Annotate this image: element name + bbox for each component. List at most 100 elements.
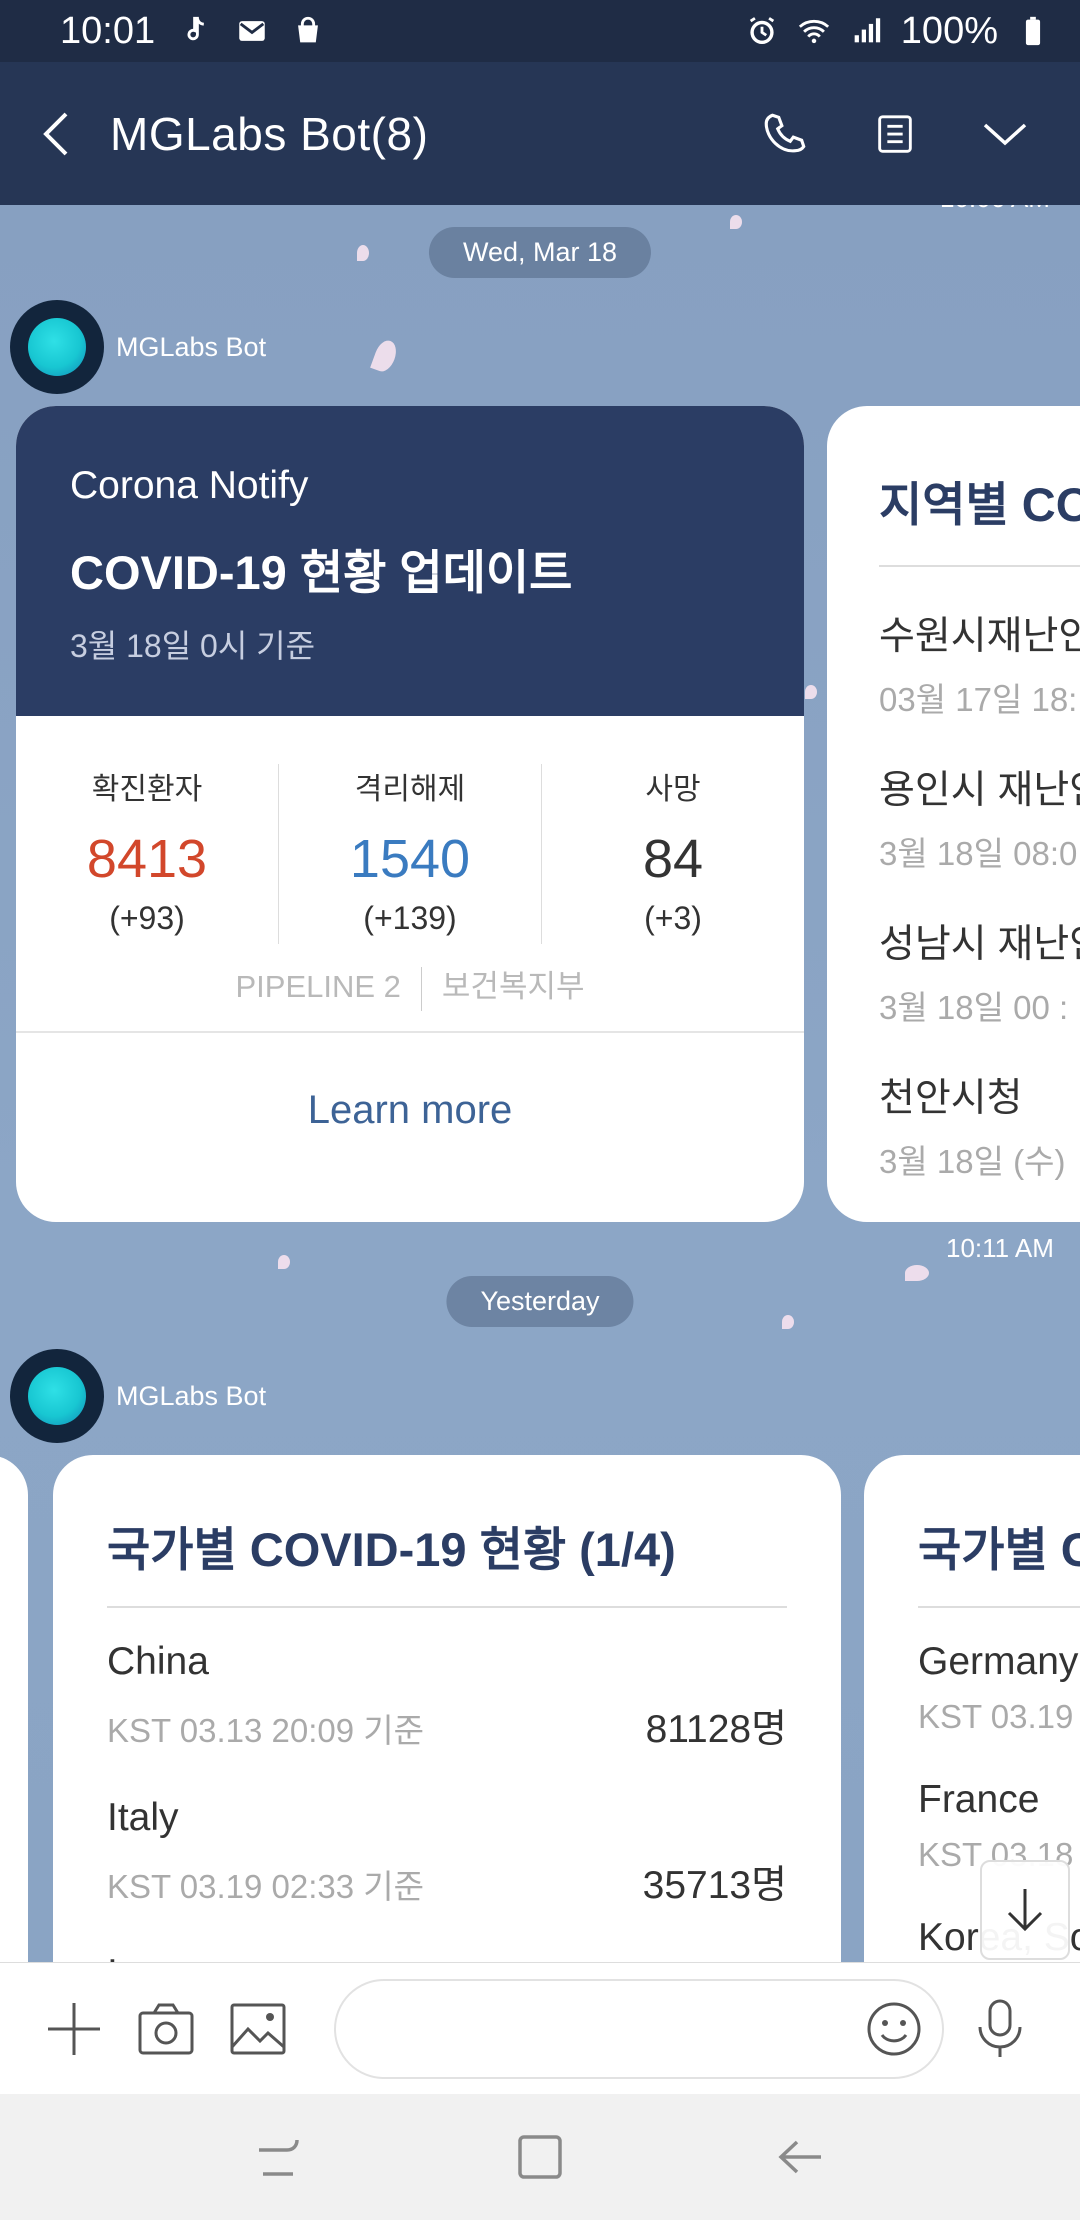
plus-icon <box>48 2002 100 2055</box>
divider <box>918 1606 1080 1608</box>
message-timestamp: 10:11 AM <box>946 1233 1054 1263</box>
region-name: 수원시재난안전 <box>879 615 1080 658</box>
recent-apps-button[interactable] <box>225 2102 335 2212</box>
notes-button[interactable] <box>840 79 950 189</box>
sender-name: MGLabs Bot <box>116 1380 267 1411</box>
stat-delta: (+139) <box>363 900 457 936</box>
camera-icon <box>138 2003 194 2054</box>
notes-icon <box>878 114 912 153</box>
stat-label: 확진환자 <box>91 773 203 806</box>
microphone-icon <box>978 1999 1022 2057</box>
add-button[interactable] <box>28 1979 120 2079</box>
stat-deaths: 사망 84 (+3) <box>542 764 804 944</box>
home-icon <box>518 2135 562 2179</box>
wifi-icon <box>798 19 829 44</box>
message-input-box[interactable] <box>334 1978 944 2079</box>
card-subtitle: 3월 18일 0시 기준 <box>70 628 316 664</box>
chat-area[interactable]: 10:06 AM Wed, Mar 18 MGLabs Bot Corona N… <box>0 205 1080 1962</box>
status-time: 10:01 <box>60 9 156 52</box>
region-item[interactable]: 성남시 재난안전 3월 18일 00 : <box>827 895 1080 1029</box>
source-ministry: 보건복지부 <box>441 969 585 1004</box>
petal-decoration <box>278 1255 290 1269</box>
tiktok-icon <box>187 16 205 41</box>
chat-title: MGLabs Bot(8) <box>110 107 429 160</box>
back-arrow-icon <box>43 112 68 155</box>
country-card-title: 국가별 COVID-19 현황 (1/4) <box>107 1523 676 1576</box>
back-nav-button[interactable] <box>745 2102 855 2212</box>
petal-decoration <box>805 685 817 699</box>
country-timestamp: KST 03.13 20:09 기준 <box>107 1712 424 1749</box>
country-name: Iran <box>107 1952 787 1962</box>
mail-icon <box>239 21 265 41</box>
arrow-down-icon <box>1007 1889 1043 1932</box>
region-date: 3월 18일 (수) <box>879 1143 1066 1180</box>
avatar-circle <box>28 1367 86 1425</box>
menu-dropdown-button[interactable] <box>950 79 1060 189</box>
voice-button[interactable] <box>954 1979 1046 2079</box>
home-button[interactable] <box>485 2102 595 2212</box>
petal-decoration <box>357 245 369 261</box>
country-timestamp: KST 03.19 <box>918 1698 1074 1735</box>
country-count: 35713명 <box>642 1864 787 1907</box>
alarm-icon <box>749 17 774 45</box>
region-date: 3월 18일 08:0 <box>879 835 1078 872</box>
camera-button[interactable] <box>120 1979 212 2079</box>
avatar-circle <box>28 318 86 376</box>
petal-decoration <box>730 215 742 229</box>
chat-header: MGLabs Bot(8) <box>0 62 1080 205</box>
country-item[interactable]: Italy KST 03.19 02:33 기준 35713명 <box>53 1796 841 1910</box>
country-card-title: 국가별 COVID-19 현황 (2/4) <box>918 1523 1080 1576</box>
shopping-bag-icon <box>298 16 319 43</box>
learn-more-button[interactable]: Learn more <box>16 1031 804 1188</box>
country-item[interactable]: Iran <box>53 1952 841 1962</box>
bot-avatar[interactable] <box>10 300 104 394</box>
stat-released: 격리해제 1540 (+139) <box>279 764 542 944</box>
date-divider: Wed, Mar 18 <box>428 227 652 278</box>
source-pipeline: PIPELINE 2 <box>235 969 401 1004</box>
back-button[interactable] <box>0 62 110 205</box>
battery-percent: 100% <box>900 9 998 52</box>
country-name: Germany <box>918 1640 1079 1683</box>
petal-decoration <box>370 337 400 375</box>
message-input[interactable] <box>366 1988 866 2069</box>
card-brand: Corona Notify <box>70 464 309 507</box>
region-item[interactable]: 용인시 재난안전 3월 18일 08:0 <box>827 741 1080 875</box>
region-item[interactable]: 수원시재난안전 03월 17일 18: <box>827 587 1080 721</box>
country-item[interactable]: China KST 03.13 20:09 기준 81128명 <box>53 1640 841 1754</box>
region-item[interactable]: 천안시청 3월 18일 (수) <box>827 1049 1080 1183</box>
stat-value: 1540 <box>349 829 471 889</box>
sender-row: MGLabs Bot <box>10 1349 266 1443</box>
divider <box>879 565 1080 567</box>
call-button[interactable] <box>730 79 840 189</box>
battery-icon <box>1025 16 1041 46</box>
stat-label: 사망 <box>645 773 701 806</box>
country-name: Italy <box>107 1796 179 1839</box>
source-divider <box>420 966 422 1011</box>
chevron-down-icon <box>983 123 1027 145</box>
country-count: 81128명 <box>645 1708 787 1751</box>
gallery-button[interactable] <box>212 1979 304 2079</box>
scroll-to-bottom-button[interactable] <box>980 1860 1070 1960</box>
stat-delta: (+3) <box>644 900 702 936</box>
sender-name: MGLabs Bot <box>116 331 267 362</box>
card-hero: Corona Notify COVID-19 현황 업데이트 3월 18일 0시… <box>16 406 804 716</box>
recent-apps-icon <box>259 2139 299 2176</box>
stat-confirmed: 확진환자 8413 (+93) <box>16 764 279 944</box>
country-timestamp: KST 03.19 02:33 기준 <box>107 1868 424 1905</box>
country-name: China <box>107 1640 209 1683</box>
petal-decoration <box>905 1265 929 1281</box>
previous-card-edge[interactable] <box>0 1455 28 1962</box>
status-bar: 10:01 100% <box>0 0 1080 62</box>
country-item[interactable]: Germany KST 03.19 <box>864 1640 1080 1736</box>
region-card[interactable]: 지역별 COVID-19 수원시재난안전 03월 17일 18: 용인시 재난안… <box>827 406 1080 1222</box>
bot-avatar[interactable] <box>10 1349 104 1443</box>
back-nav-icon <box>778 2140 821 2174</box>
region-date: 3월 18일 00 : <box>879 989 1069 1026</box>
sender-row: MGLabs Bot <box>10 300 266 394</box>
country-card[interactable]: 국가별 COVID-19 현황 (1/4) China KST 03.13 20… <box>53 1455 841 1962</box>
emoji-icon[interactable] <box>866 2001 922 2057</box>
petal-decoration <box>782 1315 794 1329</box>
country-name: France <box>918 1778 1040 1821</box>
stat-value: 8413 <box>86 829 208 889</box>
corona-notify-card[interactable]: Corona Notify COVID-19 현황 업데이트 3월 18일 0시… <box>16 406 804 1222</box>
